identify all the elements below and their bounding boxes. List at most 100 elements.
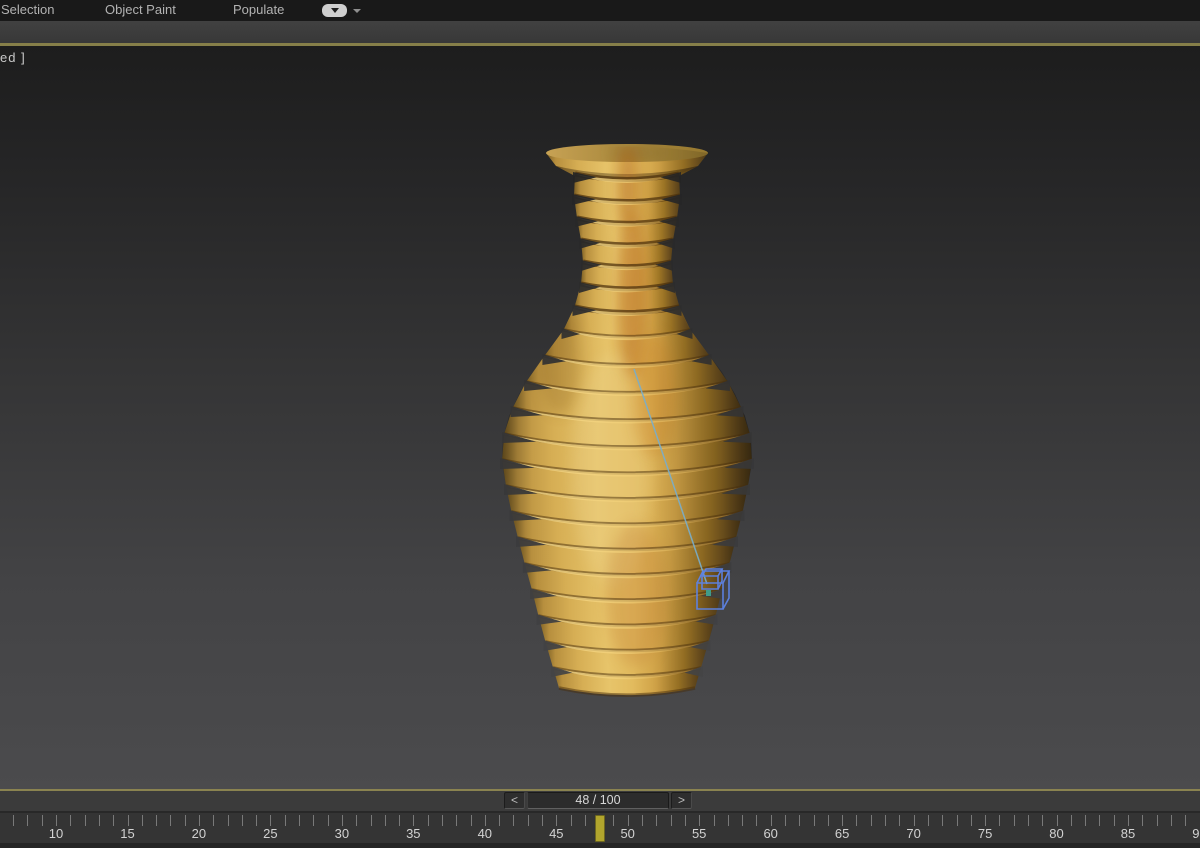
frame-tick <box>1185 815 1187 826</box>
frame-tick <box>70 815 72 826</box>
frame-tick <box>999 815 1001 826</box>
frame-number-label: 15 <box>120 826 135 841</box>
frame-tick <box>642 815 643 826</box>
next-frame-button[interactable]: > <box>671 792 692 809</box>
frame-number-label: 55 <box>691 826 707 841</box>
timeline-ruler[interactable]: 10 15 20 25 30 35 40 45 50 55 60 65 70 75 80 85 90 <box>0 811 1200 843</box>
frame-counter-field[interactable]: 48 / 100 <box>527 792 669 809</box>
frame-tick <box>1128 815 1129 826</box>
frame-tick <box>785 815 786 826</box>
frame-tick <box>1013 815 1015 826</box>
frame-tick <box>484 815 486 826</box>
frame-tick <box>213 815 215 826</box>
frame-tick <box>170 815 172 826</box>
frame-tick <box>313 815 315 826</box>
frame-tick <box>27 815 29 826</box>
frame-number-label: 40 <box>477 826 493 841</box>
frame-tick <box>384 815 386 826</box>
frame-tick <box>127 815 129 826</box>
frame-tick <box>413 815 415 826</box>
frame-tick <box>470 815 472 826</box>
frame-tick <box>985 815 987 826</box>
frame-tick <box>256 815 258 826</box>
frame-number-label: 70 <box>906 826 921 841</box>
frame-tick <box>270 815 272 826</box>
frame-tick <box>441 815 443 826</box>
frame-tick <box>556 815 558 826</box>
frame-tick <box>742 815 744 826</box>
frame-number-label: 30 <box>334 826 350 841</box>
frame-tick <box>713 815 715 826</box>
frame-tick <box>1113 815 1115 826</box>
frame-number-label: 45 <box>549 826 564 841</box>
frame-tick <box>913 815 915 826</box>
frame-tick <box>699 815 701 826</box>
frame-tick <box>227 815 229 826</box>
frame-tick <box>856 815 858 826</box>
frame-tick <box>1056 815 1058 826</box>
frame-tick <box>542 815 543 826</box>
frame-tick <box>956 815 958 826</box>
previous-frame-button[interactable]: < <box>504 792 525 809</box>
frame-tick <box>970 815 972 826</box>
time-slider-marker[interactable] <box>595 815 606 842</box>
frame-number-label: 50 <box>620 826 635 841</box>
frame-tick <box>899 815 901 826</box>
frame-tick <box>799 815 801 826</box>
vase-3d-object[interactable] <box>500 143 754 697</box>
frame-number-label: 10 <box>48 826 64 841</box>
frame-tick <box>84 815 86 826</box>
frame-number-label: 75 <box>977 826 993 841</box>
scene-canvas[interactable] <box>0 0 1200 848</box>
frame-tick <box>727 815 729 826</box>
frame-tick <box>684 815 686 826</box>
frame-tick <box>1142 815 1144 826</box>
frame-tick <box>656 815 658 826</box>
frame-number-label: 85 <box>1120 826 1136 841</box>
frame-tick <box>284 815 286 826</box>
3dsmax-window: Selection Object Paint Populate ed ] < 4… <box>0 0 1200 848</box>
frame-tick <box>327 815 329 826</box>
frame-number-label: 90 <box>1192 826 1200 841</box>
frame-tick <box>356 815 358 826</box>
frame-tick <box>241 815 243 826</box>
frame-tick <box>299 815 300 826</box>
frame-tick <box>756 815 758 826</box>
frame-tick <box>613 815 615 826</box>
frame-tick <box>870 815 872 826</box>
frame-tick <box>885 815 886 826</box>
frame-tick <box>827 815 829 826</box>
frame-tick <box>41 815 43 826</box>
frame-tick <box>1070 815 1072 826</box>
frame-number-label: 65 <box>834 826 850 841</box>
frame-tick <box>499 815 501 826</box>
frame-tick <box>584 815 586 826</box>
frame-tick <box>98 815 100 826</box>
frame-number-label: 60 <box>763 826 778 841</box>
frame-tick <box>399 815 400 826</box>
frame-tick <box>627 815 629 826</box>
frame-tick <box>1042 815 1044 826</box>
bottom-edge-strip <box>0 843 1200 848</box>
frame-tick <box>156 815 158 826</box>
frame-tick <box>1027 815 1029 826</box>
frame-tick <box>198 815 200 826</box>
frame-number-label: 20 <box>191 826 207 841</box>
frame-tick <box>942 815 944 826</box>
frame-number-label: 35 <box>406 826 421 841</box>
frame-tick <box>527 815 529 826</box>
gizmo-center-dot <box>706 590 711 596</box>
frame-tick <box>427 815 429 826</box>
frame-tick <box>770 815 772 826</box>
frame-tick <box>56 815 57 826</box>
frame-tick <box>113 815 115 826</box>
frame-tick <box>341 815 343 826</box>
frame-tick <box>1170 815 1172 826</box>
frame-tick <box>456 815 458 826</box>
frame-tick <box>370 815 372 826</box>
frame-tick <box>670 815 672 826</box>
frame-tick <box>570 815 572 826</box>
frame-tick <box>1156 815 1158 826</box>
frame-number-label: 25 <box>263 826 278 841</box>
frame-tick <box>513 815 515 826</box>
